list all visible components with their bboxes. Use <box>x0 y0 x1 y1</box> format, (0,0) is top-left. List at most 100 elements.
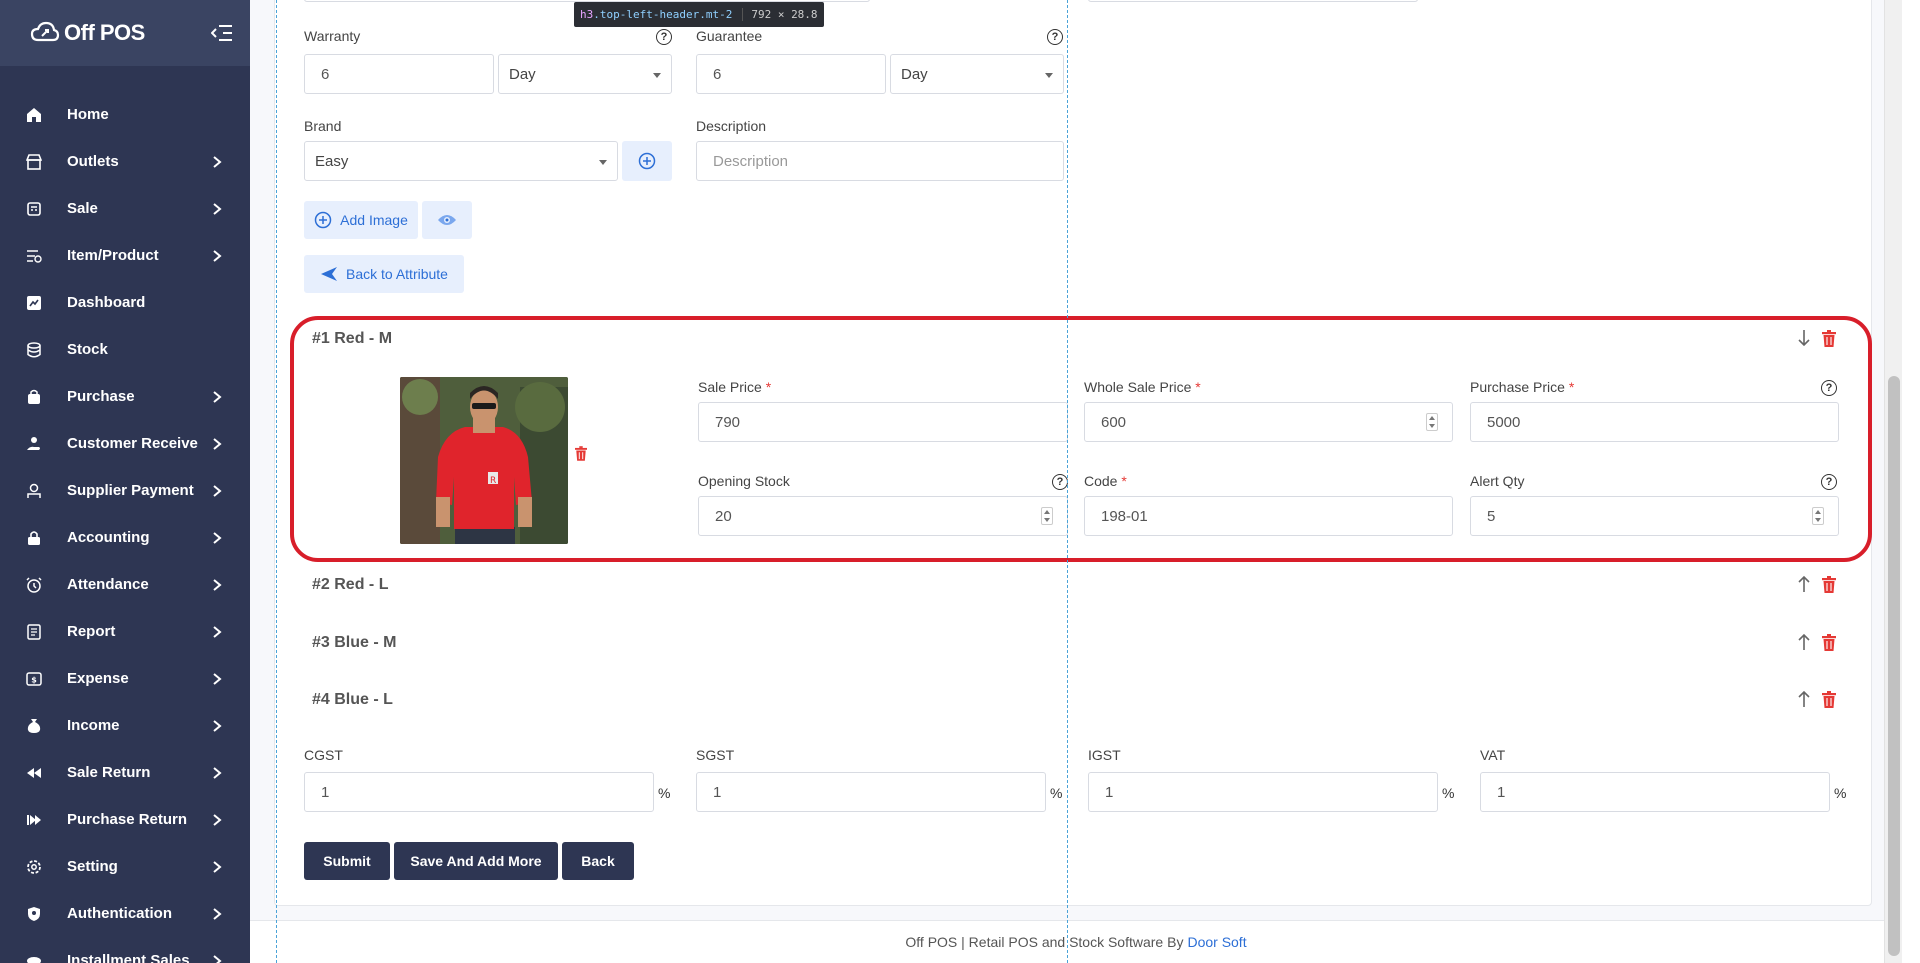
sale-price-input[interactable]: 790 <box>698 402 1068 442</box>
caret-down-icon <box>599 160 607 165</box>
alert-qty-input[interactable]: 5 <box>1470 496 1839 536</box>
sidebar-item-expense[interactable]: $ Expense <box>0 655 250 702</box>
vat-input[interactable]: 1 <box>1480 772 1830 812</box>
sidebar-item-installment-sales[interactable]: Installment Sales <box>0 937 250 963</box>
igst-input[interactable]: 1 <box>1088 772 1438 812</box>
sidebar-item-label: Sale <box>67 200 98 217</box>
sidebar-item-attendance[interactable]: Attendance <box>0 561 250 608</box>
vat-label: VAT <box>1480 747 1506 763</box>
submit-button[interactable]: Submit <box>304 842 390 880</box>
cgst-input[interactable]: 1 <box>304 772 654 812</box>
bag-icon <box>24 387 44 407</box>
number-spinner[interactable] <box>1041 507 1053 525</box>
variant-title[interactable]: #4 Blue - L <box>312 691 393 709</box>
chevron-right-icon <box>213 719 222 732</box>
sidebar-item-sale-return[interactable]: Sale Return <box>0 749 250 796</box>
svg-text:$: $ <box>31 675 37 684</box>
code-input[interactable]: 198-01 <box>1084 496 1453 536</box>
sidebar-item-label: Purchase <box>67 388 135 405</box>
preview-image-button[interactable] <box>422 201 472 239</box>
sidebar-item-purchase-return[interactable]: Purchase Return <box>0 796 250 843</box>
arrow-up-icon[interactable] <box>1796 689 1812 709</box>
guarantee-input[interactable]: 6 <box>696 54 886 94</box>
chart-icon <box>24 293 44 313</box>
register-icon <box>24 199 44 219</box>
variant-title[interactable]: #1 Red - M <box>312 330 392 348</box>
save-and-add-more-button[interactable]: Save And Add More <box>394 842 558 880</box>
back-button[interactable]: Back <box>562 842 634 880</box>
chevron-right-icon <box>213 672 222 685</box>
arrow-up-icon[interactable] <box>1796 632 1812 652</box>
label-text: Code <box>1084 473 1118 489</box>
whole-sale-price-label: Whole Sale Price * <box>1084 379 1201 395</box>
sidebar-item-label: Item/Product <box>67 247 159 264</box>
money-bag-icon <box>24 716 44 736</box>
vertical-scrollbar[interactable] <box>1884 0 1902 963</box>
whole-sale-price-input[interactable]: 600 <box>1084 402 1453 442</box>
alarm-clock-icon <box>24 575 44 595</box>
sidebar-item-authentication[interactable]: Authentication <box>0 890 250 937</box>
number-spinner[interactable] <box>1812 507 1824 525</box>
sidebar: Off POS Home Outlets Sale Item/Product D… <box>0 0 250 963</box>
sidebar-item-sale[interactable]: Sale <box>0 185 250 232</box>
sidebar-item-customer-receive[interactable]: Customer Receive <box>0 420 250 467</box>
description-input[interactable]: Description <box>696 141 1064 181</box>
brand-select[interactable]: Easy <box>304 141 618 181</box>
warranty-unit-select[interactable]: Day <box>498 54 672 94</box>
sidebar-item-item-product[interactable]: Item/Product <box>0 232 250 279</box>
sidebar-item-outlets[interactable]: Outlets <box>0 138 250 185</box>
sidebar-item-home[interactable]: Home <box>0 91 250 138</box>
required-marker: * <box>1121 473 1127 489</box>
devtools-guide-line <box>1067 0 1068 963</box>
chevron-right-icon <box>213 531 222 544</box>
trash-icon[interactable] <box>1820 328 1838 348</box>
forward-icon <box>24 810 44 830</box>
arrow-down-icon[interactable] <box>1796 328 1812 348</box>
sidebar-item-setting[interactable]: Setting <box>0 843 250 890</box>
sidebar-item-stock[interactable]: Stock <box>0 326 250 373</box>
add-brand-button[interactable] <box>622 141 672 181</box>
help-icon[interactable]: ? <box>656 29 672 45</box>
svg-text:R: R <box>490 476 496 486</box>
sidebar-item-supplier-payment[interactable]: Supplier Payment <box>0 467 250 514</box>
selected-value: Day <box>509 65 536 83</box>
scrollbar-thumb[interactable] <box>1888 376 1900 956</box>
cut-off-input[interactable] <box>1088 0 1418 2</box>
purchase-price-input[interactable]: 5000 <box>1470 402 1839 442</box>
help-icon[interactable]: ? <box>1821 474 1837 490</box>
sidebar-item-label: Authentication <box>67 905 172 922</box>
wallet-icon <box>24 481 44 501</box>
help-icon[interactable]: ? <box>1052 474 1068 490</box>
app-logo[interactable]: Off POS <box>30 20 145 46</box>
guarantee-unit-select[interactable]: Day <box>890 54 1064 94</box>
help-icon[interactable]: ? <box>1821 380 1837 396</box>
sgst-input[interactable]: 1 <box>696 772 1046 812</box>
trash-icon[interactable] <box>1820 632 1838 652</box>
warranty-input[interactable]: 6 <box>304 54 494 94</box>
sidebar-item-dashboard[interactable]: Dashboard <box>0 279 250 326</box>
eye-icon <box>438 215 456 225</box>
sidebar-item-income[interactable]: Income <box>0 702 250 749</box>
sidebar-item-report[interactable]: Report <box>0 608 250 655</box>
required-marker: * <box>1568 379 1575 395</box>
back-to-attribute-button[interactable]: Back to Attribute <box>304 255 464 293</box>
sidebar-item-purchase[interactable]: Purchase <box>0 373 250 420</box>
variant-title[interactable]: #3 Blue - M <box>312 634 396 652</box>
cgst-label: CGST <box>304 747 343 763</box>
help-icon[interactable]: ? <box>1047 29 1063 45</box>
plus-circle-icon <box>314 211 332 229</box>
sidebar-item-accounting[interactable]: Accounting <box>0 514 250 561</box>
arrow-up-icon[interactable] <box>1796 574 1812 594</box>
trash-icon[interactable] <box>1820 689 1838 709</box>
trash-icon[interactable] <box>1820 574 1838 594</box>
opening-stock-input[interactable]: 20 <box>698 496 1068 536</box>
add-image-button[interactable]: Add Image <box>304 201 418 239</box>
number-spinner[interactable] <box>1426 413 1438 431</box>
list-filter-icon <box>24 246 44 266</box>
variant-title[interactable]: #2 Red - L <box>312 576 388 594</box>
sidebar-collapse-icon[interactable] <box>210 22 234 44</box>
remove-image-icon[interactable] <box>574 444 588 462</box>
footer-text: Off POS | Retail POS and Stock Software … <box>905 934 1184 950</box>
footer-link[interactable]: Door Soft <box>1187 934 1246 950</box>
sidebar-item-label: Outlets <box>67 153 119 170</box>
